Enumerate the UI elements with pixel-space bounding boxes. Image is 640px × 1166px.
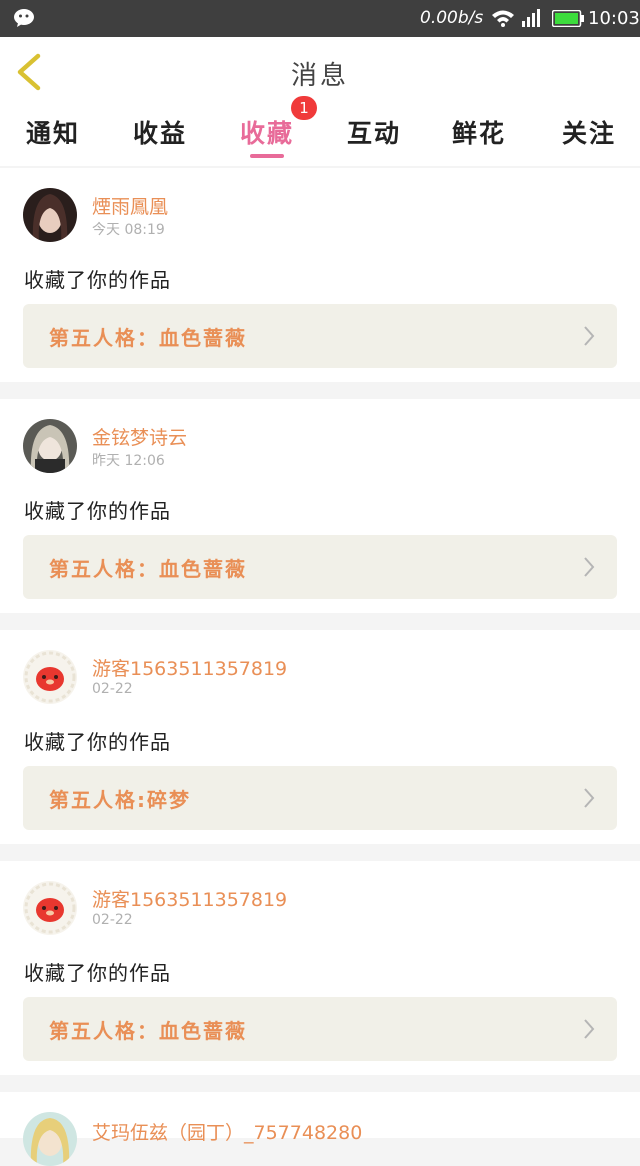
action-text: 收藏了你的作品 <box>24 730 171 754</box>
battery-icon <box>551 9 584 31</box>
work-title: 第五人格：血色蔷薇 <box>49 1019 247 1043</box>
avatar[interactable] <box>23 650 77 704</box>
message-card: 游客1563511357819 02-22 收藏了你的作品 第五人格:碎梦 <box>0 630 640 844</box>
chevron-right-icon <box>584 326 595 346</box>
chevron-right-icon <box>584 557 595 577</box>
chevron-right-icon <box>584 788 595 808</box>
wifi-icon <box>491 9 515 31</box>
timestamp: 今天 08:19 <box>92 222 165 238</box>
work-link[interactable]: 第五人格：血色蔷薇 <box>23 304 617 368</box>
action-text: 收藏了你的作品 <box>24 268 171 292</box>
timestamp: 02-22 <box>92 681 133 697</box>
work-link[interactable]: 第五人格：血色蔷薇 <box>23 997 617 1061</box>
username[interactable]: 金铉梦诗云 <box>92 423 187 450</box>
username[interactable]: 游客1563511357819 <box>92 654 287 681</box>
timestamp: 02-22 <box>92 912 133 928</box>
work-title: 第五人格：血色蔷薇 <box>49 557 247 581</box>
message-card: 艾玛伍兹（园丁）_757748280 <box>0 1092 640 1166</box>
work-link[interactable]: 第五人格：血色蔷薇 <box>23 535 617 599</box>
active-tab-indicator <box>250 154 284 158</box>
action-text: 收藏了你的作品 <box>24 961 171 985</box>
avatar[interactable] <box>23 188 77 242</box>
net-speed: 0.00b/s <box>420 8 484 28</box>
tab-notifications[interactable]: 通知 <box>26 114 80 150</box>
tab-interactions[interactable]: 互动 <box>347 114 401 150</box>
unread-badge: 1 <box>291 96 317 120</box>
avatar[interactable] <box>23 1112 77 1166</box>
tab-bar: 通知 收益 收藏 1 互动 鲜花 关注 <box>0 96 640 166</box>
avatar[interactable] <box>23 881 77 935</box>
tab-following[interactable]: 关注 <box>562 114 616 150</box>
tab-earnings[interactable]: 收益 <box>133 114 187 150</box>
status-bar: 0.00b/s 10:03 <box>0 0 640 37</box>
message-card: 游客1563511357819 02-22 收藏了你的作品 第五人格：血色蔷薇 <box>0 861 640 1075</box>
username[interactable]: 游客1563511357819 <box>92 885 287 912</box>
avatar[interactable] <box>23 419 77 473</box>
signal-icon <box>522 9 544 31</box>
username[interactable]: 艾玛伍兹（园丁）_757748280 <box>92 1118 362 1145</box>
wechat-icon <box>13 8 37 32</box>
tab-flowers[interactable]: 鲜花 <box>452 114 506 150</box>
action-text: 收藏了你的作品 <box>24 499 171 523</box>
message-card: 煙雨鳳凰 今天 08:19 收藏了你的作品 第五人格：血色蔷薇 <box>0 168 640 382</box>
work-link[interactable]: 第五人格:碎梦 <box>23 766 617 830</box>
tab-favorites[interactable]: 收藏 <box>240 114 294 150</box>
timestamp: 昨天 12:06 <box>92 453 165 469</box>
message-card: 金铉梦诗云 昨天 12:06 收藏了你的作品 第五人格：血色蔷薇 <box>0 399 640 613</box>
page-title: 消息 <box>290 61 349 91</box>
work-title: 第五人格：血色蔷薇 <box>49 326 247 350</box>
clock: 10:03 <box>588 8 640 29</box>
work-title: 第五人格:碎梦 <box>49 788 191 812</box>
username[interactable]: 煙雨鳳凰 <box>92 192 168 219</box>
app-header: 消息 <box>0 37 640 105</box>
chevron-right-icon <box>584 1019 595 1039</box>
